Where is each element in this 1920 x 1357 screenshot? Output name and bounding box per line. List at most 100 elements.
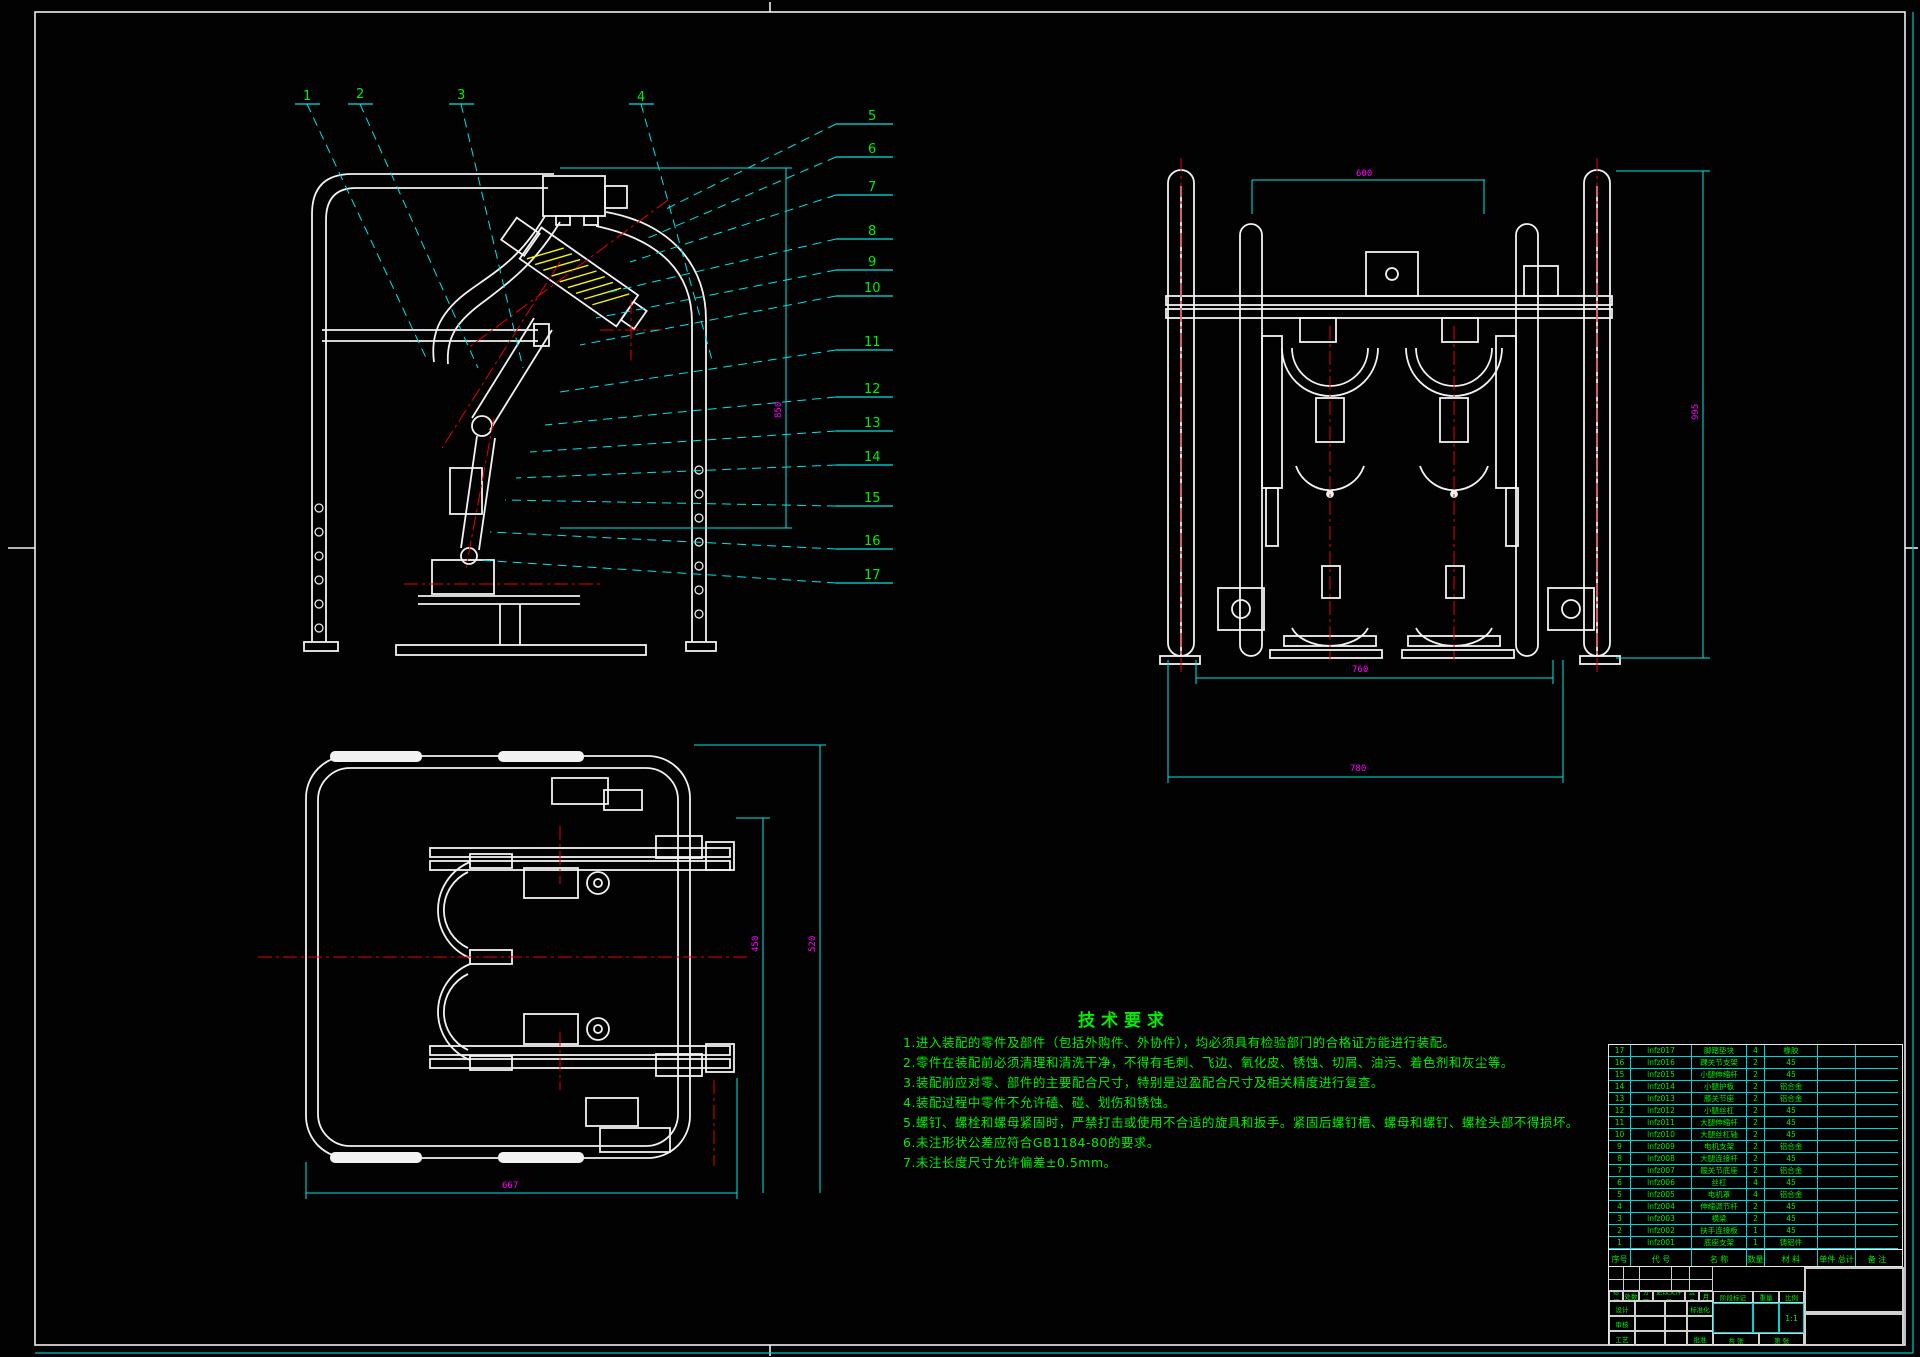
part-note <box>1855 1165 1898 1177</box>
part-weight <box>1817 1093 1855 1105</box>
part-note <box>1855 1105 1898 1117</box>
parts-list-row: 12 lnfz012 小腿丝杠 2 45 <box>1609 1105 1902 1117</box>
part-material: 铸铝件 <box>1764 1237 1817 1249</box>
part-no: 10 <box>1609 1129 1630 1141</box>
part-no: 8 <box>1609 1153 1630 1165</box>
part-qty: 2 <box>1746 1153 1764 1165</box>
part-weight <box>1817 1153 1855 1165</box>
part-name: 大腿连接杆 <box>1691 1153 1746 1165</box>
part-no: 5 <box>1609 1189 1630 1201</box>
part-material: 45 <box>1764 1177 1817 1189</box>
part-no: 3 <box>1609 1213 1630 1225</box>
part-material: 铝合金 <box>1764 1141 1817 1153</box>
part-qty: 2 <box>1746 1201 1764 1213</box>
front-view-centerlines <box>1181 158 1597 672</box>
part-material: 铝合金 <box>1764 1189 1817 1201</box>
parts-list-row: 8 lnfz008 大腿连接杆 2 45 <box>1609 1153 1902 1165</box>
part-weight <box>1817 1177 1855 1189</box>
tech-requirement-line: 1.进入装配的零件及部件（包括外购件、外协件），均必须具有检验部门的合格证方能进… <box>903 1033 1579 1053</box>
scale-value: 1:1 <box>1779 1303 1804 1333</box>
part-weight <box>1817 1069 1855 1081</box>
part-note <box>1855 1045 1898 1057</box>
dim-front-outer-width: 780 <box>1350 764 1366 774</box>
tech-requirements-title: 技术要求 <box>1078 1006 1170 1031</box>
front-view <box>1160 170 1620 664</box>
parts-list-row: 3 lnfz003 横梁 2 45 <box>1609 1213 1902 1225</box>
drawing-name-box <box>1804 1267 1904 1313</box>
part-code: lnfz016 <box>1630 1057 1691 1069</box>
revision-label-mark: 标记 <box>1609 1291 1623 1301</box>
part-note <box>1855 1201 1898 1213</box>
top-view-centerlines <box>258 826 748 1166</box>
part-note <box>1855 1129 1898 1141</box>
drawing-number-box <box>1804 1313 1904 1346</box>
part-material: 45 <box>1764 1201 1817 1213</box>
part-code: lnfz013 <box>1630 1093 1691 1105</box>
part-note <box>1855 1069 1898 1081</box>
part-no: 11 <box>1609 1117 1630 1129</box>
part-material: 45 <box>1764 1057 1817 1069</box>
design-sign-cell <box>1635 1301 1665 1316</box>
part-no: 13 <box>1609 1093 1630 1105</box>
dim-top-length: 667 <box>502 1181 518 1191</box>
part-name: 扶手连接板 <box>1691 1225 1746 1237</box>
part-material: 45 <box>1764 1225 1817 1237</box>
part-qty: 2 <box>1746 1141 1764 1153</box>
part-note <box>1855 1153 1898 1165</box>
weight-label: 重量 <box>1753 1291 1779 1303</box>
audit-sign-cell <box>1635 1316 1665 1331</box>
part-no: 7 <box>1609 1165 1630 1177</box>
parts-list-row: 14 lnfz014 小腿护板 2 铝合金 <box>1609 1081 1902 1093</box>
part-name: 电机支架 <box>1691 1141 1746 1153</box>
part-name: 伸缩调节杆 <box>1691 1201 1746 1213</box>
parts-list-row: 4 lnfz004 伸缩调节杆 2 45 <box>1609 1201 1902 1213</box>
part-no: 2 <box>1609 1225 1630 1237</box>
callout-10: 10 <box>864 281 881 296</box>
parts-list-row: 13 lnfz013 膝关节座 2 铝合金 <box>1609 1093 1902 1105</box>
part-no: 15 <box>1609 1069 1630 1081</box>
callout-5: 5 <box>868 109 876 124</box>
part-qty: 2 <box>1746 1069 1764 1081</box>
part-material: 45 <box>1764 1129 1817 1141</box>
process-date-cell <box>1665 1331 1687 1346</box>
part-name: 踝关节支架 <box>1691 1057 1746 1069</box>
callout-9: 9 <box>868 255 876 270</box>
part-code: lnfz001 <box>1630 1237 1691 1249</box>
revision-label-date: 年月日 <box>1699 1291 1713 1301</box>
tech-requirement-line: 6.未注形状公差应符合GB1184-80的要求。 <box>903 1133 1579 1153</box>
part-weight <box>1817 1045 1855 1057</box>
stage-mark-cell <box>1713 1303 1753 1333</box>
part-code: lnfz002 <box>1630 1225 1691 1237</box>
parts-list-row: 16 lnfz016 踝关节支架 2 45 <box>1609 1057 1902 1069</box>
callout-17: 17 <box>864 568 881 583</box>
callout-16: 16 <box>864 534 881 549</box>
callout-11: 11 <box>864 335 881 350</box>
part-qty: 1 <box>1746 1225 1764 1237</box>
part-code: lnfz004 <box>1630 1201 1691 1213</box>
callout-8: 8 <box>868 224 876 239</box>
callout-2: 2 <box>356 87 364 102</box>
part-note <box>1855 1093 1898 1105</box>
revision-grid <box>1609 1267 1713 1291</box>
part-no: 9 <box>1609 1141 1630 1153</box>
part-weight <box>1817 1213 1855 1225</box>
part-qty: 4 <box>1746 1045 1764 1057</box>
part-weight <box>1817 1237 1855 1249</box>
part-note <box>1855 1117 1898 1129</box>
weight-cell <box>1753 1303 1779 1333</box>
callout-6: 6 <box>868 142 876 157</box>
part-qty: 1 <box>1746 1237 1764 1249</box>
dim-front-height: 995 <box>1691 404 1701 420</box>
callout-13: 13 <box>864 416 881 431</box>
process-label: 工艺 <box>1609 1331 1635 1346</box>
part-code: lnfz017 <box>1630 1045 1691 1057</box>
revision-label-count: 处数 <box>1623 1291 1639 1301</box>
standardize-sign-cell <box>1687 1316 1713 1331</box>
standardize-label: 标准化 <box>1687 1301 1713 1316</box>
part-weight <box>1817 1141 1855 1153</box>
part-qty: 2 <box>1746 1057 1764 1069</box>
part-material: 铝合金 <box>1764 1093 1817 1105</box>
parts-list-row: 11 lnfz011 大腿伸缩杆 2 45 <box>1609 1117 1902 1129</box>
parts-list-row: 17 lnfz017 脚踏垫块 4 橡胶 <box>1609 1045 1902 1057</box>
parts-list-row: 1 lnfz001 底座支架 1 铸铝件 <box>1609 1237 1902 1249</box>
